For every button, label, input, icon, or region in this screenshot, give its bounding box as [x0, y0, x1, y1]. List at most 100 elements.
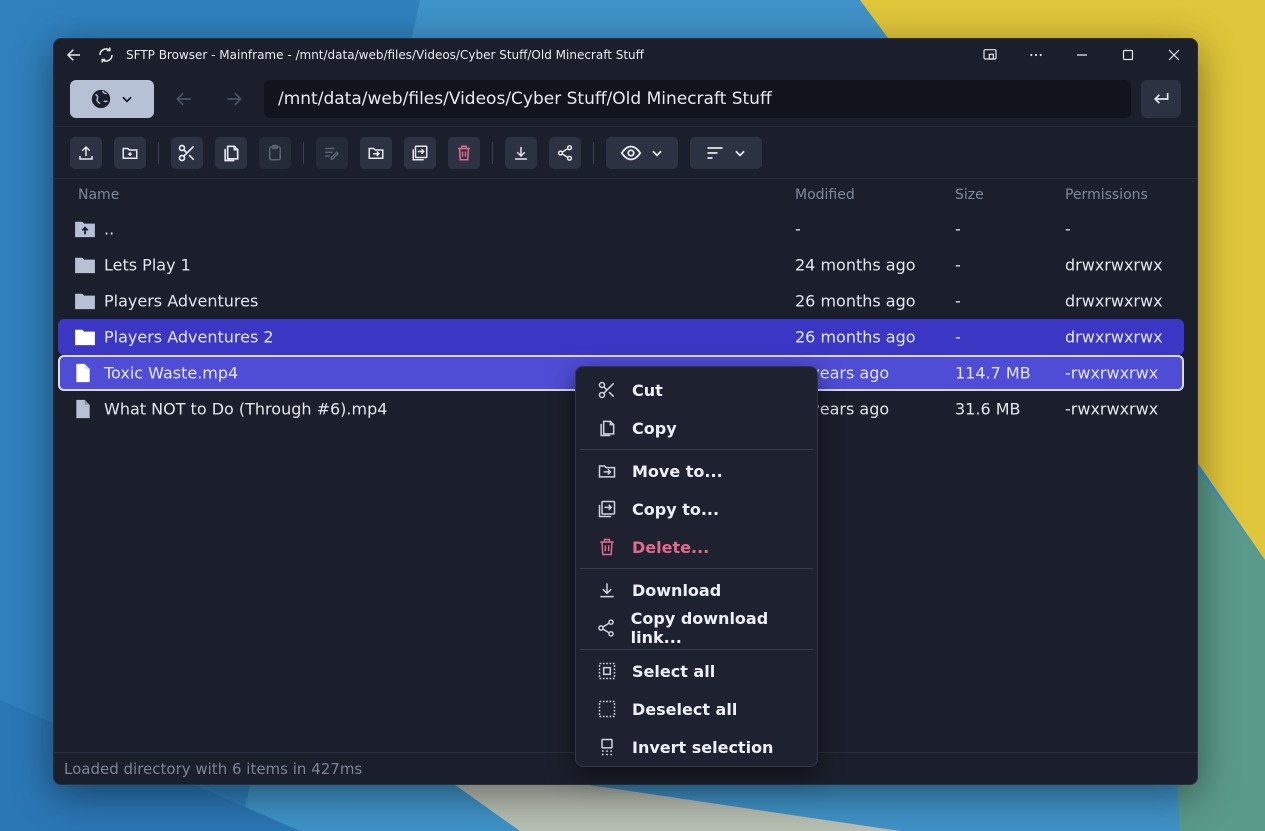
- select-all-icon: [596, 661, 618, 681]
- upload-button[interactable]: [70, 136, 102, 169]
- eye-icon: [620, 145, 642, 160]
- copy-to-button[interactable]: [404, 136, 436, 169]
- arrow-left-icon: [176, 92, 191, 105]
- invert-selection-icon: [596, 737, 618, 757]
- share-icon: [596, 618, 617, 638]
- chevron-down-icon: [652, 150, 662, 157]
- menu-item-label: Copy to...: [632, 499, 720, 519]
- menu-item-select-all[interactable]: Select all: [580, 652, 813, 690]
- toolbar-separator: [158, 141, 159, 164]
- copy-to-icon: [596, 499, 618, 519]
- header-modified[interactable]: Modified: [795, 187, 855, 203]
- download-button[interactable]: [505, 136, 537, 169]
- header-name[interactable]: Name: [78, 187, 119, 203]
- menu-item-label: Copy download link...: [630, 609, 769, 647]
- share-button[interactable]: [549, 136, 581, 169]
- rename-icon: [325, 147, 340, 160]
- menu-separator: [580, 568, 813, 569]
- more-options-icon[interactable]: [1013, 39, 1059, 71]
- cut-button[interactable]: [171, 136, 203, 169]
- download-icon: [515, 146, 527, 160]
- rename-button[interactable]: [316, 136, 348, 169]
- refresh-icon[interactable]: [94, 39, 118, 71]
- file-name: What NOT to Do (Through #6).mp4: [104, 399, 388, 419]
- copy-button[interactable]: [215, 136, 247, 169]
- file-size: -: [955, 255, 961, 275]
- menu-item-download[interactable]: Download: [580, 571, 813, 609]
- clipboard-icon: [269, 144, 281, 160]
- file-modified: 26 months ago: [795, 291, 916, 311]
- menu-item-delete[interactable]: Delete...: [580, 528, 813, 566]
- menu-item-label: Select all: [632, 661, 716, 681]
- go-button[interactable]: [1141, 79, 1181, 118]
- file-size: 114.7 MB: [955, 363, 1031, 383]
- share-icon: [557, 144, 573, 161]
- menu-item-label: Delete...: [632, 537, 710, 557]
- table-row[interactable]: Players Adventures 26 months ago - drwxr…: [54, 283, 1197, 319]
- file-permissions: drwxrwxrwx: [1065, 255, 1163, 275]
- file-icon: [74, 399, 92, 419]
- new-folder-icon: [122, 147, 138, 159]
- address-bar: /mnt/data/web/files/Videos/Cyber Stuff/O…: [54, 71, 1197, 127]
- new-folder-button[interactable]: [114, 136, 146, 169]
- window-title: SFTP Browser - Mainframe - /mnt/data/web…: [126, 48, 644, 62]
- menu-item-label: Download: [632, 580, 722, 600]
- table-row[interactable]: Lets Play 1 24 months ago - drwxrwxrwx: [54, 247, 1197, 283]
- move-to-button[interactable]: [360, 136, 392, 169]
- sort-dropdown[interactable]: [690, 136, 762, 169]
- folder-icon: [74, 256, 96, 274]
- trash-icon: [458, 145, 470, 160]
- file-icon: [74, 363, 92, 383]
- folder-icon: [74, 292, 96, 310]
- file-modified: 24 months ago: [795, 255, 916, 275]
- title-bar: SFTP Browser - Mainframe - /mnt/data/web…: [54, 39, 1197, 71]
- copy-icon: [596, 418, 618, 438]
- menu-item-copy-to[interactable]: Copy to...: [580, 490, 813, 528]
- nav-forward-button[interactable]: [214, 80, 254, 118]
- file-name: Players Adventures: [104, 291, 259, 311]
- status-text: Loaded directory with 6 items in 427ms: [64, 759, 363, 778]
- menu-item-copy[interactable]: Copy: [580, 409, 813, 447]
- deselect-all-icon: [596, 699, 618, 719]
- server-select-button[interactable]: [70, 79, 154, 118]
- toolbar-separator: [492, 141, 493, 164]
- header-permissions[interactable]: Permissions: [1065, 187, 1148, 203]
- file-permissions: drwxrwxrwx: [1065, 327, 1163, 347]
- table-row[interactable]: Players Adventures 2 26 months ago - drw…: [54, 319, 1197, 355]
- header-size[interactable]: Size: [955, 187, 984, 203]
- view-dropdown[interactable]: [606, 136, 678, 169]
- menu-item-move-to[interactable]: Move to...: [580, 452, 813, 490]
- file-name: Toxic Waste.mp4: [104, 363, 239, 383]
- menu-item-deselect-all[interactable]: Deselect all: [580, 690, 813, 728]
- chevron-down-icon: [122, 96, 132, 103]
- file-size: -: [955, 327, 961, 347]
- move-icon: [596, 461, 618, 481]
- delete-button[interactable]: [448, 136, 480, 169]
- nav-back-button[interactable]: [164, 80, 204, 118]
- menu-item-label: Deselect all: [632, 699, 738, 719]
- file-permissions: drwxrwxrwx: [1065, 291, 1163, 311]
- file-permissions: -rwxrwxrwx: [1065, 399, 1159, 419]
- cast-icon[interactable]: [967, 39, 1013, 71]
- menu-item-copy-download-link[interactable]: Copy download link...: [580, 609, 813, 647]
- menu-item-label: Cut: [632, 380, 663, 400]
- trash-icon: [596, 537, 618, 557]
- minimize-button[interactable]: [1059, 39, 1105, 71]
- menu-separator: [580, 649, 813, 650]
- enter-icon: [1153, 92, 1169, 104]
- file-modified: -: [795, 219, 801, 239]
- globe-icon: [91, 89, 111, 108]
- maximize-button[interactable]: [1105, 39, 1151, 71]
- arrow-right-icon: [227, 92, 242, 105]
- menu-item-cut[interactable]: Cut: [580, 371, 813, 409]
- close-button[interactable]: [1151, 39, 1197, 71]
- paste-button[interactable]: [259, 136, 291, 169]
- file-name: ..: [104, 219, 115, 239]
- back-icon[interactable]: [54, 39, 94, 71]
- menu-separator: [580, 449, 813, 450]
- table-row[interactable]: .. - - -: [54, 211, 1197, 247]
- path-input[interactable]: /mnt/data/web/files/Videos/Cyber Stuff/O…: [264, 79, 1131, 118]
- toolbar: [54, 127, 1197, 179]
- menu-item-invert-selection[interactable]: Invert selection: [580, 728, 813, 766]
- context-menu: Cut Copy Move to... Copy to... Delete...…: [575, 366, 818, 767]
